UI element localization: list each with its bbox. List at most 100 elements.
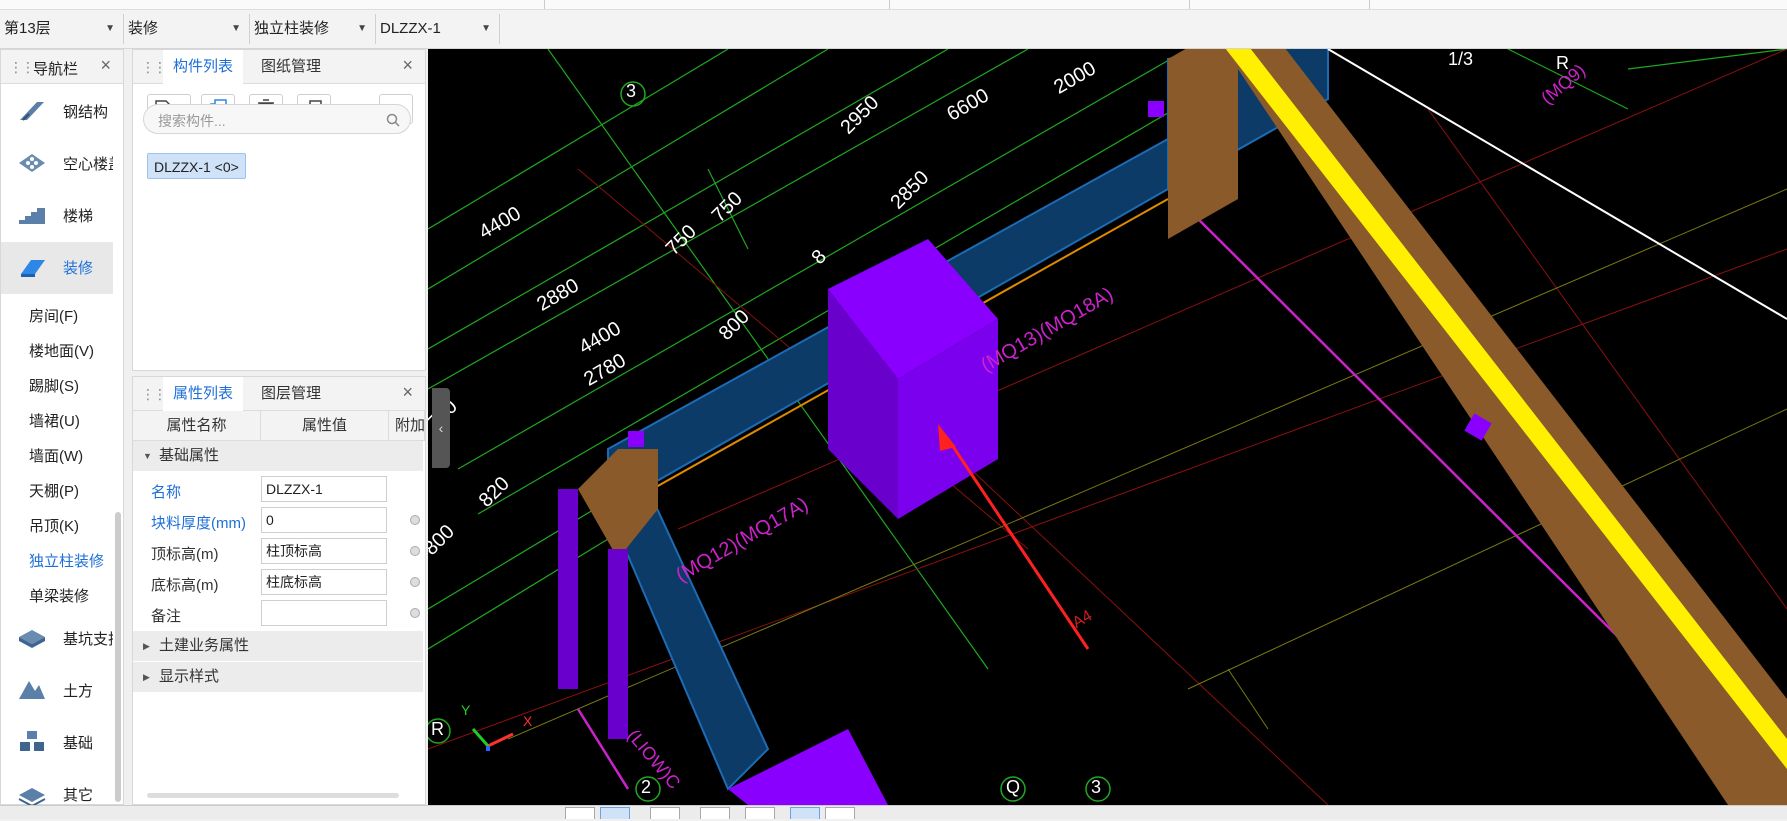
prop-value-thickness-field[interactable]: 0 [261, 507, 387, 533]
tab-property-list[interactable]: 属性列表 [163, 377, 244, 411]
chevron-left-icon: ‹ [438, 420, 444, 436]
tab-layer-management[interactable]: 图层管理 [251, 377, 331, 411]
nav-item-steel[interactable]: 钢结构 [1, 86, 113, 138]
search-icon[interactable] [386, 113, 400, 127]
prop-name-label: 底标高(m) [151, 577, 219, 594]
chevron-down-icon: ▼ [481, 23, 491, 34]
y-axis-label: Y [461, 702, 471, 718]
orange-wall-right [1168, 49, 1238, 239]
nav-item-earthwork[interactable]: 土方 [1, 665, 113, 717]
property-panel-header: ⋮⋮ 属性列表 图层管理 × [133, 377, 425, 411]
foundation-icon [20, 731, 44, 751]
nav-item-label: 空心楼盖 [63, 156, 113, 173]
nav-item-stairs[interactable]: 楼梯 [1, 190, 113, 242]
nav-item-label: 楼梯 [63, 208, 94, 225]
nav-item-foundation[interactable]: 基础 [1, 717, 113, 769]
group-display-style[interactable]: ▶ 显示样式 [133, 662, 423, 692]
drag-handle-icon[interactable]: ⋮⋮ [141, 386, 167, 402]
nav-item-decoration[interactable]: 装修 [1, 242, 113, 294]
nav-item-label: 装修 [63, 260, 94, 277]
floor-select[interactable]: 第13层 ▼ [0, 14, 124, 44]
decoration-icon [21, 260, 45, 277]
stairs-icon [19, 208, 45, 224]
foundation-pit-icon [19, 630, 45, 648]
grid-lines [428, 49, 1787, 805]
floor-select-value: 第13层 [4, 20, 51, 37]
sub-item-skirting[interactable]: 踢脚(S) [29, 375, 79, 396]
sub-item-suspended-ceiling[interactable]: 吊顶(K) [29, 515, 79, 536]
model-canvas[interactable] [428, 49, 1787, 805]
group-basic-properties[interactable]: ▼ 基础属性 [133, 441, 423, 471]
axis-label: 2 [641, 777, 652, 797]
steel-structure-icon [20, 102, 44, 121]
prop-value-remark-field[interactable] [261, 600, 387, 626]
property-panel: ⋮⋮ 属性列表 图层管理 × 属性名称 属性值 附加 ▼ 基础属性 名称 DLZ… [132, 376, 426, 805]
horizontal-scrollbar[interactable] [147, 793, 399, 798]
sub-item-wall-surface[interactable]: 墙面(W) [29, 445, 83, 466]
status-toggle-button[interactable] [825, 807, 855, 819]
close-icon[interactable]: × [100, 55, 111, 76]
prop-value-name-field[interactable]: DLZZX-1 [261, 476, 387, 502]
x-axis-label: X [523, 713, 533, 729]
axis-circles [428, 81, 1111, 802]
nav-item-label: 其它 [63, 787, 94, 804]
expanded-triangle-icon: ▼ [143, 451, 152, 461]
drag-handle-icon[interactable]: ⋮⋮ [9, 59, 35, 75]
group-civil-properties[interactable]: ▶ 土建业务属性 [133, 631, 423, 661]
checkbox-dot[interactable] [410, 577, 420, 587]
prop-value-top-elevation-field[interactable]: 柱顶标高 [261, 538, 387, 564]
3d-viewport[interactable]: 4400 2880 4400 2780 770 820 800 750 750 … [428, 49, 1787, 805]
nav-item-label: 基础 [63, 735, 94, 752]
sub-item-beam-decoration[interactable]: 单梁装修 [29, 585, 89, 606]
checkbox-dot[interactable] [410, 546, 420, 556]
prop-name-label: 顶标高(m) [151, 546, 219, 563]
component-search-input[interactable]: 搜索构件... [143, 104, 411, 134]
chevron-down-icon: ▼ [357, 23, 367, 34]
checkbox-dot[interactable] [410, 608, 420, 618]
nav-item-foundation-pit[interactable]: 基坑支护 [1, 613, 113, 665]
top-menu-segment [0, 0, 545, 9]
component-type-select[interactable]: 独立柱装修 ▼ [250, 14, 376, 44]
other-icon [18, 788, 46, 807]
sub-item-floor-surface[interactable]: 楼地面(V) [29, 340, 94, 361]
status-toggle-button[interactable] [700, 807, 730, 819]
nav-item-label: 土方 [63, 683, 94, 700]
top-menu-segment [890, 0, 1190, 9]
component-item[interactable]: DLZZX-1 <0> [147, 153, 246, 179]
sub-item-room[interactable]: 房间(F) [29, 305, 78, 326]
sub-item-ceiling[interactable]: 天棚(P) [29, 480, 79, 501]
category-select[interactable]: 装修 ▼ [124, 14, 250, 44]
top-menu-segment [1190, 0, 1370, 9]
status-toggle-button[interactable] [650, 807, 680, 819]
status-toggle-button[interactable] [600, 807, 630, 819]
group-label: 基础属性 [159, 447, 220, 464]
search-placeholder: 搜索构件... [158, 113, 226, 129]
prop-name-label: 块料厚度(mm) [151, 515, 246, 532]
collapse-panel-button[interactable]: ‹ [432, 388, 450, 468]
group-label: 显示样式 [159, 668, 220, 685]
nav-item-hollow-slab[interactable]: 空心楼盖 [1, 138, 113, 190]
drag-handle-icon[interactable]: ⋮⋮ [141, 59, 167, 75]
close-icon[interactable]: × [402, 55, 413, 76]
marker [628, 431, 644, 447]
close-icon[interactable]: × [402, 382, 413, 403]
nav-scrollbar[interactable] [115, 512, 121, 802]
checkbox-dot[interactable] [410, 515, 420, 525]
status-bar [0, 805, 1787, 819]
component-select[interactable]: DLZZX-1 ▼ [376, 14, 500, 44]
status-toggle-button[interactable] [790, 807, 820, 819]
group-label: 土建业务属性 [159, 637, 250, 654]
sub-item-column-decoration[interactable]: 独立柱装修 [29, 550, 104, 571]
prop-value-bottom-elevation-field[interactable]: 柱底标高 [261, 569, 387, 595]
purple-column-left-edge [558, 489, 578, 689]
tab-drawing-management[interactable]: 图纸管理 [251, 50, 331, 84]
chevron-down-icon: ▼ [105, 23, 115, 34]
column-header-name: 属性名称 [133, 411, 261, 441]
prop-name-label: 名称 [151, 484, 182, 501]
sub-item-dado[interactable]: 墙裙(U) [29, 410, 80, 431]
status-toggle-button[interactable] [565, 807, 595, 819]
top-menu-strip [0, 0, 1787, 10]
status-toggle-button[interactable] [745, 807, 775, 819]
axis-label: 3 [1091, 777, 1102, 797]
tab-component-list[interactable]: 构件列表 [163, 50, 244, 84]
